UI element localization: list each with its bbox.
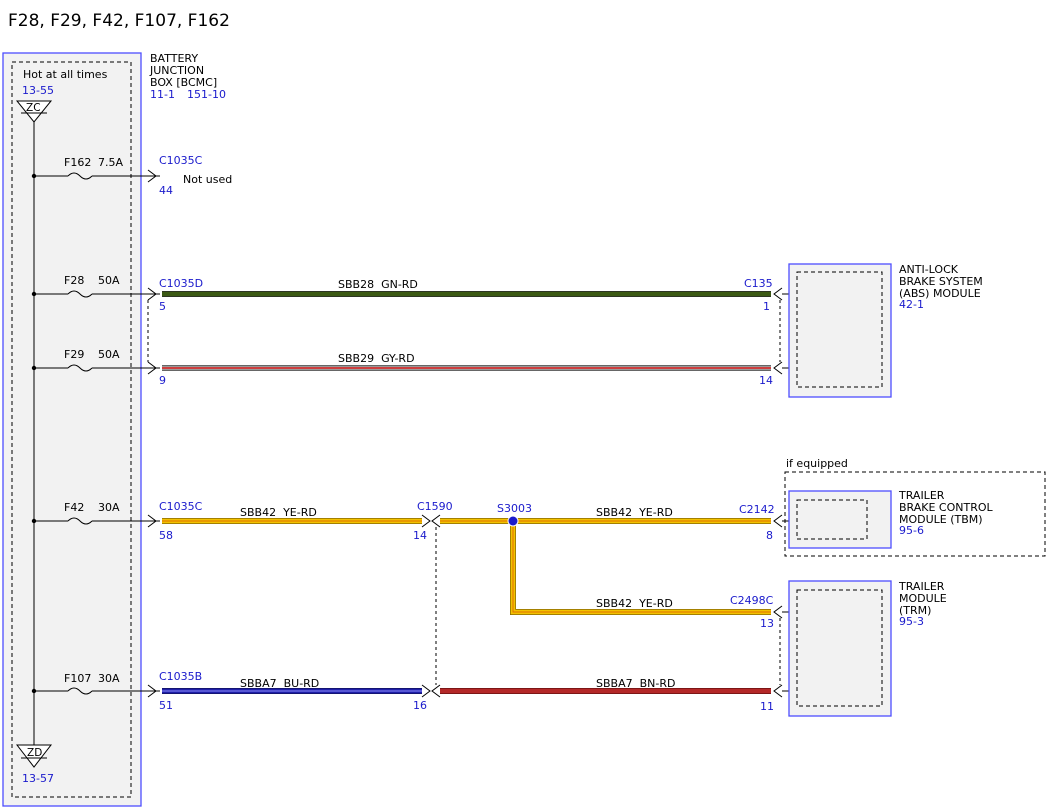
c1590-id: C1590 [417,500,453,513]
f28-name: F28 [64,274,84,287]
c1035c-pin: 58 [159,529,173,542]
zc-node-label: ZC [26,102,41,114]
wire-sbb42-c-label: SBB42 YE-RD [596,597,673,610]
c1035c-id: C1035C [159,500,203,513]
abs-ref: 42-1 [899,298,924,311]
f107-name: F107 [64,672,91,685]
trm-ref: 95-3 [899,615,924,628]
c135-id: C135 [744,277,773,290]
wire-sbba7-a-label: SBBA7 BU-RD [240,677,319,690]
wire-sbb42-a-label: SBB42 YE-RD [240,506,317,519]
c2142-pin: 8 [766,529,773,542]
f28-rating: 50A [98,274,120,287]
s3003-label: S3003 [497,502,532,515]
s3003-splice [507,515,519,527]
top-ref: 13-55 [22,84,54,97]
f42-rating: 30A [98,501,120,514]
c135-pin14: 14 [759,374,773,387]
f29-name: F29 [64,348,84,361]
f162-name: F162 [64,156,91,169]
not-used-label: Not used [183,173,232,186]
c1035c-top-id: C1035C [159,154,203,167]
trm-pin-11: 11 [760,700,774,713]
wire-sbb42-b-label: SBB42 YE-RD [596,506,673,519]
c1035d-id: C1035D [159,277,203,290]
f42-name: F42 [64,501,84,514]
bottom-ref: 13-57 [22,772,54,785]
c135-pin1: 1 [763,300,770,313]
c1590-connector [421,514,441,698]
tbm-if-equipped-note: if equipped [786,457,848,470]
tbm-module [788,490,892,549]
c1035c-top-pin: 44 [159,184,173,197]
c1035b-pin: 51 [159,699,173,712]
f162-rating: 7.5A [98,156,123,169]
f29-rating: 50A [98,348,120,361]
bjb-ref-1: 11-1 [150,88,175,101]
zd-node-label: ZD [27,747,42,759]
wire-sbb29-label: SBB29 GY-RD [338,352,415,365]
c1590-pin14: 14 [413,529,427,542]
tbm-ref: 95-6 [899,524,924,537]
c2498c-pin: 13 [760,617,774,630]
c1035b-id: C1035B [159,670,202,683]
hot-at-all-times-label: Hot at all times [23,68,108,81]
abs-module [788,263,892,398]
wire-sbb28-label: SBB28 GN-RD [338,278,418,291]
c1035d-pin5: 5 [159,300,166,313]
c1590-pin16: 16 [413,699,427,712]
trm-module [788,580,892,717]
c2142-id: C2142 [739,503,775,516]
f107-rating: 30A [98,672,120,685]
page-title: F28, F29, F42, F107, F162 [8,11,230,31]
c2498c-id: C2498C [730,594,774,607]
wiring-diagram: F28, F29, F42, F107, F162 BATTERY JUNCTI… [2,11,1046,807]
c1035d-pin9: 9 [159,374,166,387]
wire-sbba7-b-label: SBBA7 BN-RD [596,677,675,690]
bjb-ref-2: 151-10 [187,88,226,101]
